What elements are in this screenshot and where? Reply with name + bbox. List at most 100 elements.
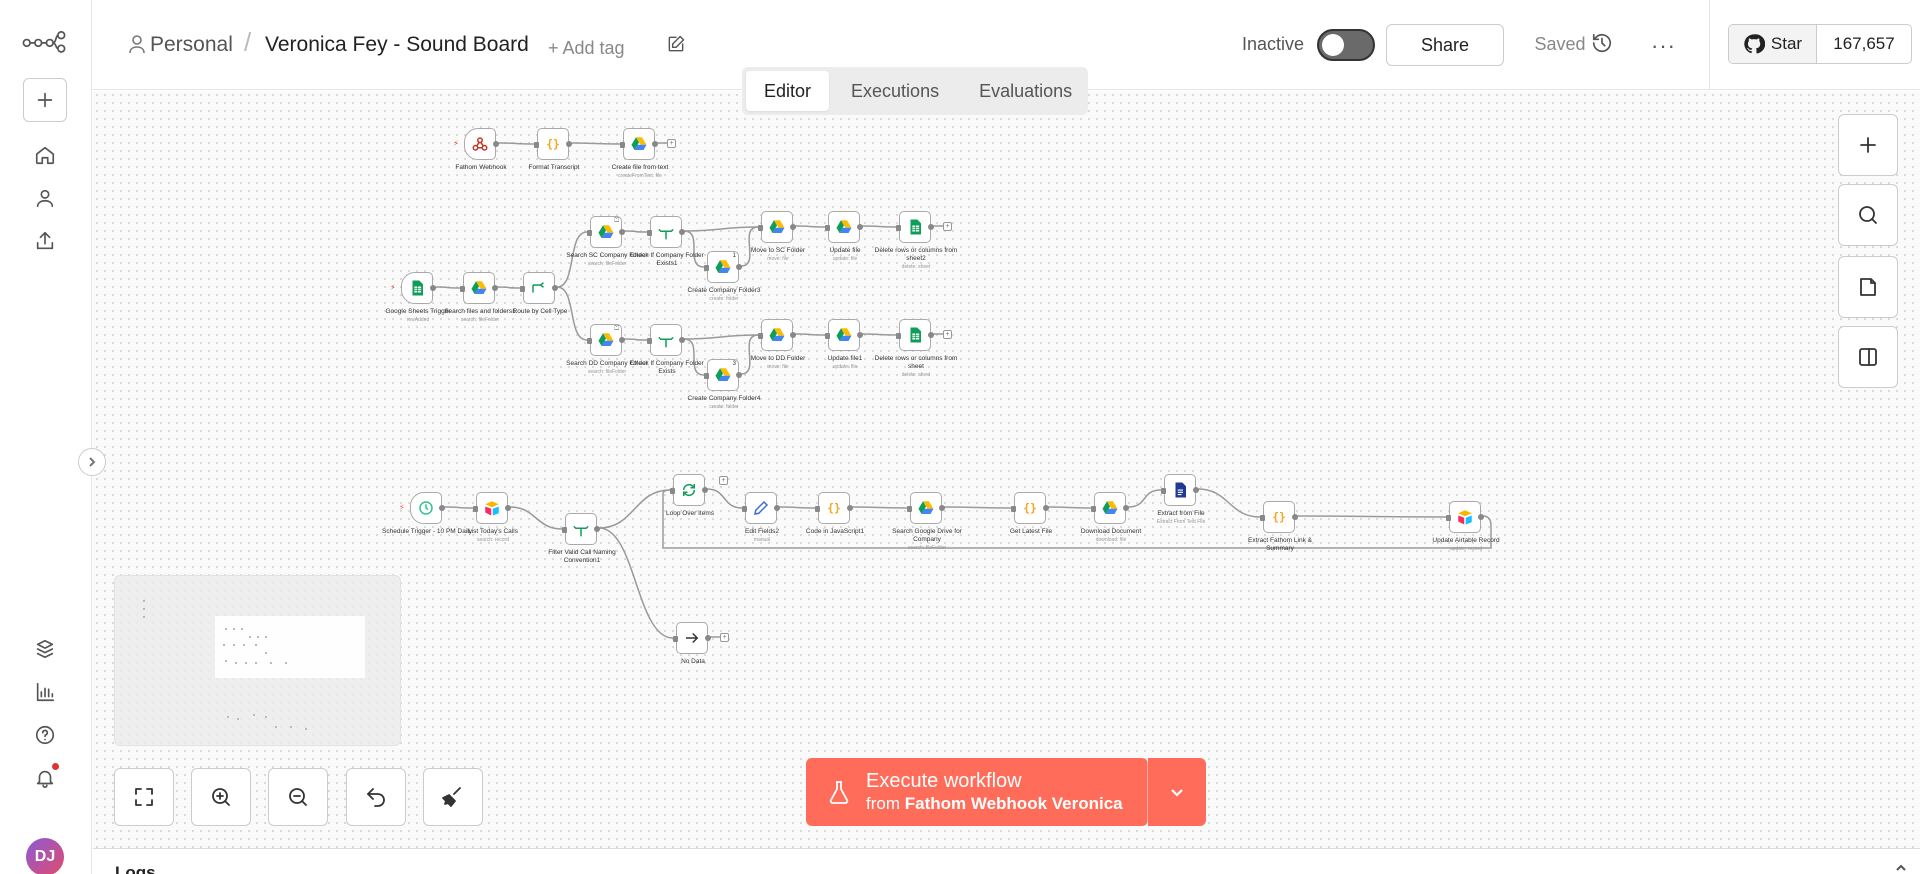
workflow-node[interactable]: Delete rows or columns from sheet delete:… (875, 319, 957, 378)
github-star-button[interactable]: Star 167,657 (1728, 24, 1912, 64)
workflow-node[interactable]: {} Format Transcript (529, 128, 579, 171)
input-port[interactable] (1011, 506, 1016, 512)
workflow-node[interactable]: ⚡ Schedule Trigger - 10 PM Daily (382, 492, 472, 535)
create-button[interactable] (23, 78, 67, 122)
input-port[interactable] (1091, 506, 1096, 512)
avatar[interactable]: DJ (26, 838, 64, 874)
logs-panel[interactable]: Logs (93, 848, 1920, 874)
add-next-node-button[interactable]: + (720, 633, 729, 642)
workflow-node[interactable]: Search files and folders1 search: fileFol… (444, 272, 516, 323)
workflow-node[interactable]: Search Google Drive for Company search: f… (892, 492, 962, 551)
workflow-node[interactable]: Delete rows or columns from sheet2 delete… (875, 211, 957, 270)
output-port[interactable] (1193, 487, 1199, 493)
execute-options-dropdown[interactable] (1148, 758, 1206, 826)
workflow-node[interactable]: ⏍ Search DD Company Folder search: fileFol… (566, 324, 648, 375)
workflow-name[interactable]: Veronica Fey - Sound Board (265, 32, 529, 58)
output-port[interactable] (552, 285, 558, 291)
output-port[interactable] (790, 332, 796, 338)
output-port[interactable] (1478, 514, 1484, 520)
input-port[interactable] (587, 338, 592, 344)
output-port[interactable] (439, 505, 445, 511)
output-port[interactable] (1292, 514, 1298, 520)
input-port[interactable] (907, 506, 912, 512)
input-port[interactable] (647, 230, 652, 236)
workflow-node[interactable]: No Data (673, 622, 711, 665)
workflow-node[interactable]: {} Get Latest File (1010, 492, 1052, 535)
share-button[interactable]: Share (1386, 24, 1504, 66)
add-sticky-note-button[interactable] (1838, 256, 1898, 318)
workflow-node[interactable]: {} Extract Fathom Link & Summary (1248, 501, 1312, 552)
output-port[interactable] (705, 635, 711, 641)
workflow-node[interactable]: Update file update: file (825, 211, 863, 262)
input-port[interactable] (670, 488, 675, 494)
search-nodes-button[interactable] (1838, 184, 1898, 246)
n8n-logo-icon[interactable] (18, 22, 70, 60)
workflow-node[interactable]: Check If Company Folder Exists1 (630, 216, 704, 267)
workflow-node[interactable]: Move to SC Folder move: file (751, 211, 805, 262)
execute-workflow-button[interactable]: Execute workflow from Fathom Webhook Ver… (806, 758, 1206, 826)
input-port[interactable] (647, 338, 652, 344)
add-next-node-button[interactable]: + (943, 222, 952, 231)
add-tag-button[interactable]: + Add tag (548, 35, 625, 61)
workflow-node[interactable]: List Today's Calls search: record (468, 492, 518, 543)
output-port[interactable] (928, 332, 934, 338)
input-port[interactable] (562, 527, 567, 533)
chevron-up-icon[interactable] (1894, 861, 1908, 874)
output-port[interactable] (492, 285, 498, 291)
input-port[interactable] (896, 225, 901, 231)
input-port[interactable] (460, 286, 465, 292)
output-port[interactable] (939, 505, 945, 511)
zoom-out-button[interactable] (268, 768, 328, 826)
input-port[interactable] (1446, 515, 1451, 521)
add-node-button[interactable] (1838, 114, 1898, 176)
output-port[interactable] (505, 505, 511, 511)
tab-evaluations[interactable]: Evaluations (961, 71, 1090, 111)
output-port[interactable] (1123, 505, 1129, 511)
notifications-bell-icon[interactable] (26, 759, 64, 797)
input-port[interactable] (704, 265, 709, 271)
expand-sidebar-button[interactable] (78, 448, 106, 476)
input-port[interactable] (758, 333, 763, 339)
workflow-node[interactable]: Loop Over Items (666, 474, 714, 517)
output-port[interactable] (430, 285, 436, 291)
output-port[interactable] (857, 224, 863, 230)
workflow-node[interactable]: Update Airtable Record update: record (1432, 501, 1500, 552)
github-star-label-wrap[interactable]: Star (1729, 25, 1817, 63)
output-port[interactable] (679, 337, 685, 343)
output-port[interactable] (857, 332, 863, 338)
output-port[interactable] (702, 487, 708, 493)
input-port[interactable] (520, 286, 525, 292)
input-port[interactable] (1161, 488, 1166, 494)
output-port[interactable] (847, 505, 853, 511)
input-port[interactable] (473, 506, 478, 512)
workflow-node[interactable]: ⚡ Google Sheets Trigger rowAdded (385, 272, 451, 323)
loop-done-add-button[interactable]: + (719, 476, 728, 485)
workflow-node[interactable]: Check If Company Folder Exists (630, 324, 704, 375)
input-port[interactable] (825, 333, 830, 339)
execute-workflow-main[interactable]: Execute workflow from Fathom Webhook Ver… (806, 758, 1148, 826)
input-port[interactable] (1260, 515, 1265, 521)
output-port[interactable] (928, 224, 934, 230)
active-toggle[interactable] (1317, 29, 1375, 61)
breadcrumb-project[interactable]: Personal (150, 32, 233, 58)
history-icon[interactable] (1591, 32, 1613, 59)
workflow-node[interactable]: ⏍ Search SC Company Folder search: fileFol… (566, 216, 648, 267)
input-port[interactable] (742, 506, 747, 512)
input-port[interactable] (758, 225, 763, 231)
output-port[interactable] (736, 264, 742, 270)
workflow-node[interactable]: Create file from text createFromText: fil… (612, 128, 668, 179)
tidy-up-button[interactable] (423, 768, 483, 826)
more-options-icon[interactable]: ··· (1651, 33, 1676, 59)
input-port[interactable] (896, 333, 901, 339)
workflow-node[interactable]: Update file1 update: file (825, 319, 863, 370)
zoom-in-button[interactable] (191, 768, 251, 826)
workflow-node[interactable]: Filter Valid Call Naming Convention1 (548, 513, 616, 564)
output-port[interactable] (1043, 505, 1049, 511)
input-port[interactable] (815, 506, 820, 512)
insights-chart-icon[interactable] (26, 673, 64, 711)
workflow-node[interactable]: Download Document download: file (1081, 492, 1141, 543)
input-port[interactable] (587, 230, 592, 236)
workflow-node[interactable]: ⚡ Fathom Webhook (453, 128, 507, 171)
add-next-node-button[interactable]: + (667, 139, 676, 148)
help-icon[interactable] (26, 716, 64, 754)
